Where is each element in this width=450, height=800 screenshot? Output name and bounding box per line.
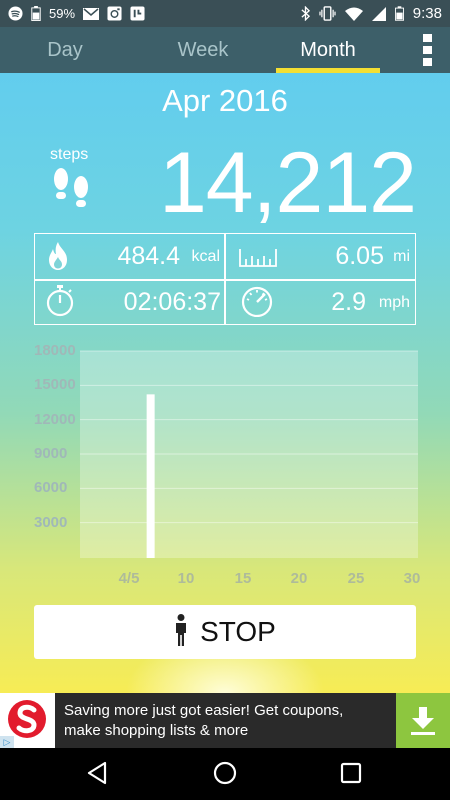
distance-value: 6.05	[335, 242, 384, 270]
safeway-logo[interactable]: ▷	[0, 693, 55, 748]
ad-text-line1: Saving more just got easier! Get coupons…	[64, 702, 344, 719]
y-tick-label: 9000	[34, 445, 68, 462]
vibrate-icon	[319, 6, 336, 21]
flame-icon	[45, 241, 71, 276]
speed-value: 2.9	[331, 288, 366, 316]
stop-button-label: STOP	[200, 616, 276, 647]
duration-value: 02:06:37	[123, 288, 221, 316]
y-tick-label: 18000	[34, 342, 76, 359]
spotify-icon	[8, 6, 23, 21]
x-tick-label: 10	[177, 570, 195, 587]
x-tick-label: 20	[290, 570, 308, 587]
email-icon	[83, 7, 100, 20]
instagram-icon	[107, 6, 122, 21]
main-panel: Apr 2016 steps 14,212 484.4 kcal 6.05 mi…	[0, 73, 450, 693]
footprints-icon	[50, 166, 94, 217]
period-title: Apr 2016	[162, 83, 288, 118]
download-icon	[411, 706, 435, 735]
recents-icon[interactable]	[340, 762, 362, 789]
status-left: 59%	[8, 6, 145, 21]
ad-text-line2: make shopping lists & more	[64, 722, 249, 739]
speed-unit: mph	[378, 294, 410, 311]
status-bar: 59% 9:38	[0, 0, 450, 27]
y-tick-label: 15000	[34, 376, 76, 394]
steps-count: 14,212	[158, 135, 417, 231]
ad-banner[interactable]: ▷ Saving more just got easier! Get coupo…	[0, 693, 450, 748]
stop-button[interactable]: STOP	[34, 605, 416, 659]
steps-chart: 18000 15000 12000 9000 6000 3000 4/5 10 15 20 25 3…	[0, 342, 450, 593]
bluetooth-icon	[301, 6, 310, 21]
tab-month[interactable]: Month	[276, 27, 380, 73]
y-tick-label: 3000	[34, 513, 68, 531]
back-icon[interactable]	[86, 760, 108, 791]
ruler-icon	[239, 247, 277, 272]
steps-label: steps	[50, 146, 89, 163]
overflow-menu-icon[interactable]	[422, 34, 432, 66]
wifi-icon	[344, 7, 363, 21]
x-tick-label: 30	[403, 570, 421, 587]
tab-week[interactable]: Week	[130, 27, 276, 73]
calories-cell: 484.4 kcal	[35, 234, 224, 279]
stats-grid: 484.4 kcal 6.05 mi 02:06:37 2.9 mph	[34, 233, 416, 325]
home-icon[interactable]	[212, 760, 238, 791]
tab-bar: Day Week Month	[0, 27, 450, 73]
x-tick-label: 25	[347, 570, 365, 587]
y-tick-label: 6000	[34, 479, 68, 497]
ad-choices-icon[interactable]: ▷	[0, 736, 14, 748]
clock: 9:38	[412, 5, 442, 22]
app-icon	[130, 6, 145, 21]
ad-text[interactable]: Saving more just got easier! Get coupons…	[64, 701, 384, 741]
distance-unit: mi	[393, 248, 410, 265]
calories-value: 484.4	[117, 242, 180, 270]
calories-unit: kcal	[191, 248, 220, 265]
distance-cell: 6.05 mi	[225, 234, 414, 279]
status-right: 9:38	[301, 5, 442, 22]
signal-icon	[371, 6, 386, 21]
battery-icon	[394, 6, 404, 21]
download-button[interactable]	[396, 693, 450, 748]
battery-percent-icon	[31, 6, 41, 21]
speed-cell: 2.9 mph	[225, 280, 414, 325]
walking-person-icon	[174, 613, 188, 651]
x-tick-label: 15	[234, 570, 252, 587]
speedometer-icon	[239, 285, 275, 322]
y-tick-label: 12000	[34, 410, 76, 428]
battery-percent-text: 59%	[49, 6, 76, 21]
duration-cell: 02:06:37	[35, 280, 224, 325]
tab-day[interactable]: Day	[0, 27, 130, 73]
system-nav-bar	[0, 748, 450, 800]
chart-bar	[146, 394, 155, 558]
stopwatch-icon	[45, 285, 75, 322]
x-tick-label: 4/5	[118, 570, 140, 587]
